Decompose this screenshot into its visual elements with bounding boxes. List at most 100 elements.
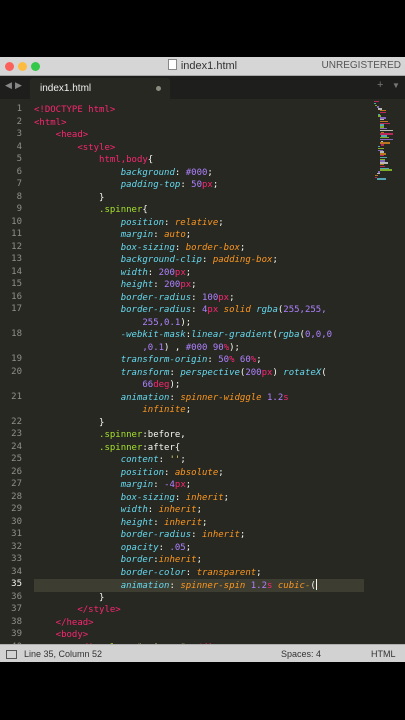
line-number: 22: [11, 416, 22, 427]
line-number: 8: [16, 191, 22, 202]
code-token: ,0.1: [34, 342, 165, 353]
code-line[interactable]: opacity: .05;: [34, 542, 191, 555]
current-code-line[interactable]: animation: spinner-spin 1.2s cubic-(: [34, 579, 364, 592]
code-token: 66: [34, 380, 154, 390]
title-bar: index1.html UNREGISTERED: [0, 57, 405, 76]
line-number: 18: [11, 329, 22, 339]
code-line[interactable]: <style>: [34, 142, 115, 155]
line-number: 34: [11, 566, 22, 577]
code-token: :: [191, 292, 202, 303]
right-triangle-icon[interactable]: ▶: [15, 80, 22, 91]
code-token: 255,0.1: [34, 317, 181, 328]
code-token: :: [147, 267, 159, 278]
code-line[interactable]: <html>: [34, 117, 67, 130]
code-token: position: [34, 467, 165, 478]
minimap[interactable]: [372, 99, 405, 180]
code-editor[interactable]: 1 2 3 4 5 6 7 8 9 10 11 12 13 14 15 16 17 18 19 20 21 22 23 24 2…: [0, 99, 405, 653]
code-line[interactable]: .spinner{: [34, 204, 148, 217]
code-token: inherit: [185, 492, 224, 503]
line-number: 32: [11, 541, 22, 552]
code-line[interactable]: ,0.1) , #000 90%);: [34, 342, 240, 355]
code-token: 255,255,: [283, 305, 327, 315]
code-line[interactable]: box-sizing: inherit;: [34, 492, 229, 505]
code-token: width: [34, 267, 148, 278]
code-line[interactable]: background: #000;: [34, 167, 213, 180]
line-number: 28: [11, 491, 22, 502]
code-line[interactable]: width: 200px;: [34, 267, 191, 280]
code-token: <body>: [34, 630, 89, 640]
document-icon: [167, 59, 177, 70]
line-number: 35: [11, 579, 22, 589]
code-line[interactable]: transform: perspective(200px) rotateX(: [34, 367, 327, 380]
code-line[interactable]: <body>: [34, 629, 89, 642]
code-line[interactable]: height: 200px;: [34, 279, 197, 292]
code-line[interactable]: border-radius: 100px;: [34, 292, 235, 305]
line-number: 30: [11, 516, 22, 527]
code-line[interactable]: content: '';: [34, 454, 186, 467]
code-line[interactable]: animation: spinner-widggle 1.2s: [34, 392, 289, 405]
code-line[interactable]: .spinner:after{: [34, 442, 180, 455]
code-token: absolute: [174, 467, 219, 478]
line-number: 15: [11, 279, 22, 289]
tab-bar: ◀ ▶ index1.html + ▼: [0, 76, 405, 99]
left-triangle-icon[interactable]: ◀: [5, 80, 12, 91]
code-token: px: [207, 305, 219, 315]
line-number: 9: [16, 204, 22, 214]
indentation-setting[interactable]: Spaces: 4: [281, 645, 321, 662]
code-token: );: [180, 317, 192, 328]
code-line[interactable]: border-radius: inherit;: [34, 529, 246, 542]
code-line[interactable]: border-color: transparent;: [34, 567, 262, 580]
code-token: px: [261, 367, 273, 378]
code-line[interactable]: transform-origin: 50% 60%;: [34, 354, 262, 367]
code-token: animation: [34, 392, 170, 403]
code-token: relative: [174, 217, 219, 228]
code-token: content: [34, 455, 159, 465]
code-token: ;: [202, 517, 208, 528]
code-line[interactable]: margin: -4px;: [34, 479, 191, 492]
code-line[interactable]: margin: auto;: [34, 229, 191, 242]
code-token: auto: [164, 230, 186, 240]
code-token: ;: [180, 455, 186, 465]
code-token: width: [34, 505, 148, 515]
code-token: margin: [34, 480, 154, 490]
code-line[interactable]: html,body{: [34, 154, 153, 167]
code-token: border-radius: [34, 530, 192, 540]
code-token: 1.2: [250, 581, 268, 591]
code-line[interactable]: <!DOCTYPE html>: [34, 104, 115, 117]
tab-index1-html[interactable]: index1.html: [30, 78, 170, 99]
code-line[interactable]: }: [34, 417, 104, 430]
code-token: #000: [185, 342, 208, 353]
code-line[interactable]: position: absolute;: [34, 467, 224, 480]
chevron-down-icon[interactable]: ▼: [392, 81, 400, 90]
code-line[interactable]: height: inherit;: [34, 517, 208, 530]
code-line[interactable]: background-clip: padding-box;: [34, 254, 278, 267]
code-token: ;: [185, 480, 192, 490]
code-line[interactable]: 66deg);: [34, 379, 180, 392]
line-number: 33: [11, 554, 22, 564]
code-token: :: [180, 180, 192, 190]
code-line[interactable]: 255,0.1);: [34, 317, 191, 330]
code-line[interactable]: }: [34, 192, 104, 205]
code-token: :: [164, 217, 175, 228]
code-token: px: [202, 180, 213, 190]
panel-toggle-icon[interactable]: [6, 650, 17, 659]
code-line[interactable]: <head>: [34, 129, 89, 142]
code-line[interactable]: box-sizing: border-box;: [34, 242, 246, 255]
code-line[interactable]: </style>: [34, 604, 120, 617]
code-line[interactable]: infinite;: [34, 404, 191, 417]
code-line[interactable]: border:inherit;: [34, 554, 202, 567]
code-line[interactable]: border-radius: 4px solid rgba(255,255,: [34, 304, 327, 317]
code-token: box-sizing: [34, 242, 175, 253]
plus-icon[interactable]: +: [377, 79, 383, 91]
code-line[interactable]: .spinner:before,: [34, 429, 186, 442]
code-line[interactable]: padding-top: 50px;: [34, 179, 219, 192]
code-token: :before,: [142, 430, 186, 440]
code-line[interactable]: width: inherit;: [34, 504, 202, 517]
code-line[interactable]: -webkit-mask:linear-gradient(rgba(0,0,0: [34, 329, 332, 342]
unsaved-dot-icon[interactable]: [156, 86, 161, 91]
code-line[interactable]: }: [34, 592, 104, 605]
code-line[interactable]: position: relative;: [34, 217, 224, 230]
syntax-mode[interactable]: HTML: [371, 645, 396, 662]
code-line[interactable]: </head>: [34, 617, 94, 630]
code-token: s: [283, 392, 289, 403]
